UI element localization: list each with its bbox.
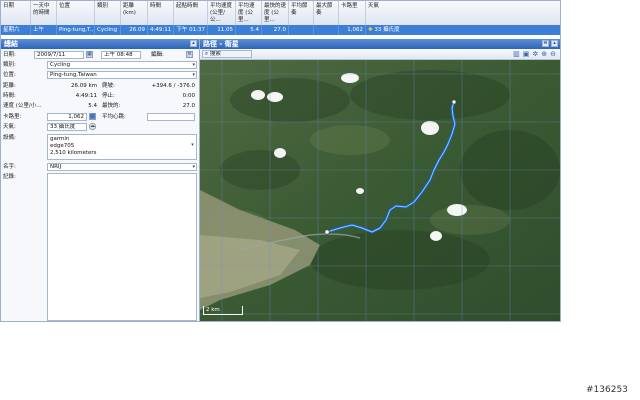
- column-header[interactable]: 距離 (km): [121, 1, 148, 25]
- zoom-out-icon[interactable]: ⊖: [550, 50, 556, 58]
- notes-textarea[interactable]: [47, 173, 197, 321]
- column-header[interactable]: 平均速度 (公里/公...: [208, 1, 236, 25]
- distance-label: 距離:: [3, 83, 16, 89]
- distance-value: 26.09 km: [70, 83, 97, 89]
- table-cell: Ping-tung,T...: [59, 25, 95, 35]
- table-cell: [314, 25, 339, 35]
- time-value: 4:49:11: [75, 93, 97, 99]
- notes-label: 記錄:: [3, 174, 16, 180]
- max-speed-value: 27.0: [182, 103, 195, 109]
- summary-panel: 總結 ▴ 日期: 2009/7/11 ▦ 上午 08:48 編輯: ≡ 類別: …: [1, 39, 200, 321]
- equipment-line: 2,510 kilometers: [50, 150, 97, 156]
- calories-label: 卡路里:: [3, 114, 22, 120]
- weather-icon[interactable]: ☁: [89, 123, 96, 130]
- table-cell: 下午 01:37: [174, 25, 208, 35]
- heart-rate-field[interactable]: [147, 113, 195, 121]
- column-header[interactable]: 卡路里: [339, 1, 366, 25]
- table-cell: 1,062: [339, 25, 366, 35]
- search-label: 搜索: [209, 51, 221, 57]
- table-cell: [289, 25, 314, 35]
- map-title-bar: 路徑 - 衛星 ≡ ▴: [200, 39, 560, 49]
- weather-text: 33 攝氏度: [374, 27, 400, 33]
- column-header[interactable]: 起點時間: [174, 1, 208, 25]
- name-select[interactable]: NRIJ: [47, 163, 197, 171]
- max-speed-label: 最快的:: [102, 103, 121, 109]
- climb-value: +394.6 / -376.0: [151, 83, 195, 89]
- equipment-line: garmin: [50, 136, 70, 142]
- weather-field[interactable]: 33 攝氏度: [47, 123, 87, 131]
- calculator-icon[interactable]: ▤: [89, 113, 96, 120]
- column-header[interactable]: 平均速度 (公里...: [236, 1, 262, 25]
- equipment-list[interactable]: garmin edge705 2,510 kilometers: [47, 134, 197, 160]
- speed-label: 速度 (公里/小...: [3, 103, 42, 109]
- table-cell: 上午: [31, 25, 57, 35]
- activity-table-header: 日期 一天中的時間 位置 類別 距離 (km) 時間 起點時間 平均速度 (公里…: [1, 1, 560, 26]
- map-scale-label: 2 km: [206, 307, 220, 313]
- save-icon[interactable]: ▣: [523, 50, 530, 58]
- stop-label: 停止:: [102, 93, 115, 99]
- heart-rate-label: 平均心跳:: [102, 114, 126, 120]
- gear-icon[interactable]: ✲: [532, 50, 538, 58]
- date-field[interactable]: 2009/7/11: [34, 51, 84, 59]
- category-label: 類別:: [3, 62, 16, 68]
- time-label: 時間:: [3, 93, 16, 99]
- stop-value: 0:00: [182, 93, 195, 99]
- table-cell: Cycling: [95, 25, 121, 35]
- category-select[interactable]: Cycling: [47, 61, 197, 69]
- route-end-marker: [451, 99, 457, 105]
- map-toolbar: ⌕ 搜索 ▥ ▣ ✲ ⊕ ⊖: [200, 49, 560, 60]
- column-header[interactable]: 最大節奏: [314, 1, 339, 25]
- panel-title: 總結: [4, 40, 18, 48]
- chart-icon[interactable]: ▥: [513, 50, 520, 58]
- column-header[interactable]: 日期: [1, 1, 31, 25]
- close-icon[interactable]: ▴: [551, 40, 558, 47]
- satellite-map[interactable]: 2 km: [200, 60, 560, 322]
- time-field[interactable]: 上午 08:48: [101, 51, 141, 59]
- watermark: #136253: [586, 385, 628, 395]
- location-select[interactable]: Ping-tung,Taiwan: [47, 71, 197, 79]
- app-window: 日期 一天中的時間 位置 類別 距離 (km) 時間 起點時間 平均速度 (公里…: [0, 0, 561, 322]
- column-header[interactable]: 時間: [148, 1, 174, 25]
- table-cell: 26.09: [121, 25, 148, 35]
- calories-field[interactable]: 1,062: [47, 113, 87, 121]
- climb-label: 爬坡:: [102, 83, 115, 89]
- search-icon: ⌕: [205, 51, 209, 57]
- route-track[interactable]: [200, 60, 560, 322]
- column-header[interactable]: 天氣: [366, 1, 560, 25]
- table-cell: 星期六: [1, 25, 31, 35]
- name-label: 名字:: [3, 164, 16, 170]
- table-cell: 5.4: [236, 25, 262, 35]
- location-label: 位置:: [3, 72, 16, 78]
- menu-icon[interactable]: ≡: [542, 40, 549, 47]
- column-header[interactable]: 類別: [95, 1, 121, 25]
- table-cell: 4:49:11: [148, 25, 174, 35]
- weather-label: 天氣:: [3, 124, 16, 130]
- sun-icon: ✺: [368, 27, 373, 33]
- calendar-icon[interactable]: ▦: [86, 51, 93, 58]
- edit-menu-icon[interactable]: ≡: [186, 51, 193, 58]
- speed-value: 5.4: [88, 103, 97, 109]
- search-button[interactable]: ⌕ 搜索: [202, 50, 252, 58]
- equipment-label: 設備:: [3, 135, 16, 141]
- collapse-icon[interactable]: ▴: [190, 40, 197, 47]
- summary-title-bar: 總結 ▴: [1, 39, 199, 49]
- map-panel: 路徑 - 衛星 ≡ ▴ ⌕ 搜索 ▥ ▣ ✲ ⊕ ⊖ 2 km: [200, 39, 560, 322]
- table-cell: 27.0: [262, 25, 289, 35]
- route-start-marker: [324, 229, 330, 235]
- map-title: 路徑 - 衛星: [203, 40, 239, 48]
- table-cell-weather: ✺ 33 攝氏度: [366, 25, 560, 35]
- column-header[interactable]: 最快的速度 (公里...: [262, 1, 289, 25]
- table-cell: 11.05: [208, 25, 236, 35]
- edit-label: 編輯:: [151, 52, 164, 58]
- equipment-line: edge705: [50, 143, 75, 149]
- table-row[interactable]: 星期六 上午 Ping-tung,T... Cycling 26.09 4:49…: [1, 25, 560, 35]
- zoom-in-icon[interactable]: ⊕: [541, 50, 547, 58]
- column-header[interactable]: 位置: [57, 1, 95, 25]
- map-scale-bar: 2 km: [203, 306, 243, 315]
- column-header[interactable]: 一天中的時間: [31, 1, 57, 25]
- column-header[interactable]: 平均節奏: [289, 1, 314, 25]
- chevron-down-icon[interactable]: ▾: [189, 143, 196, 150]
